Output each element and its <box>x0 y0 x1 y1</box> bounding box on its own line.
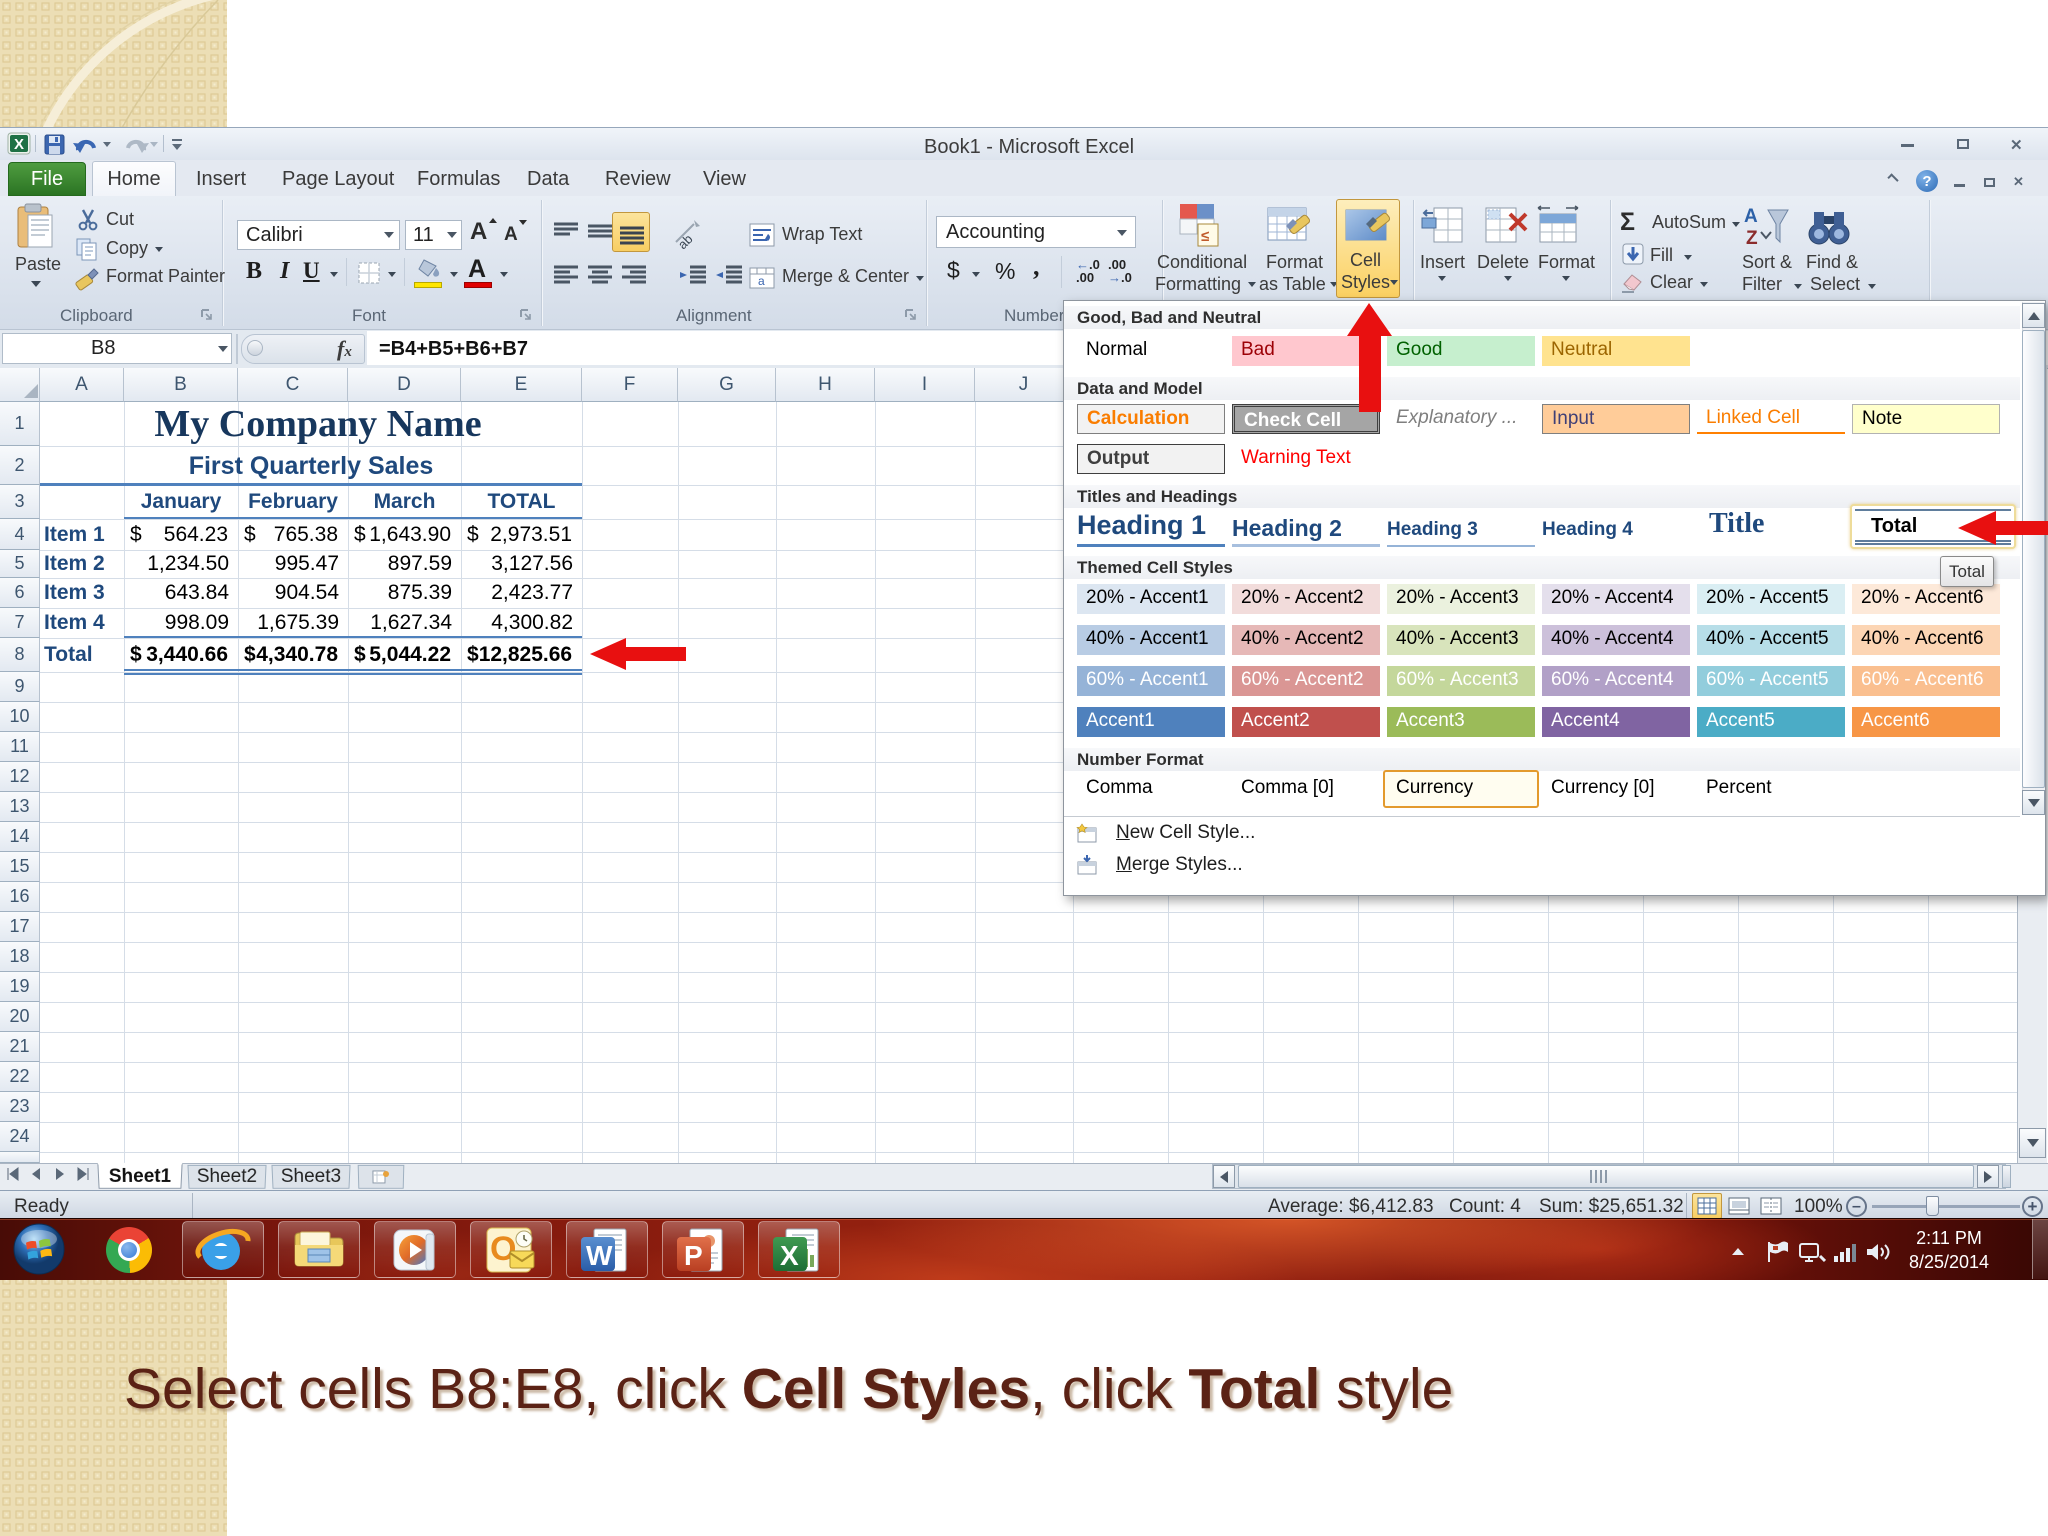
svg-text:W: W <box>586 1240 613 1271</box>
svg-text:P: P <box>684 1240 703 1271</box>
svg-text:X: X <box>780 1240 799 1271</box>
svg-text:ab: ab <box>675 231 696 250</box>
svg-text:X: X <box>14 136 24 153</box>
svg-text:a: a <box>758 274 765 288</box>
svg-text:A: A <box>1744 206 1758 227</box>
svg-text:Z: Z <box>1746 228 1758 249</box>
svg-text:≤: ≤ <box>1201 228 1209 245</box>
